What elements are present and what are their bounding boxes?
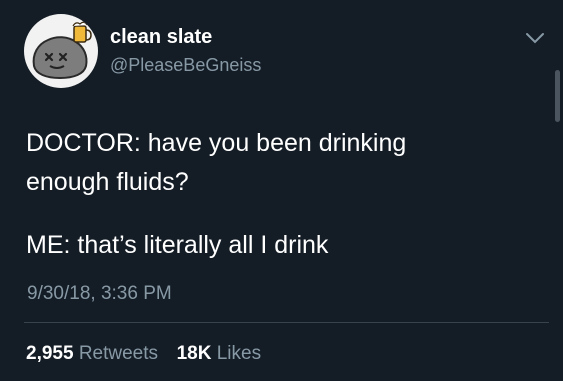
scrollbar[interactable] xyxy=(555,70,560,122)
likes-label: Likes xyxy=(216,343,262,364)
chevron-down-icon[interactable] xyxy=(524,30,546,46)
avatar[interactable] xyxy=(24,14,98,88)
tweet-text-line-1: DOCTOR: have you been drinking xyxy=(26,129,407,157)
likes-stat[interactable]: 18K Likes xyxy=(177,343,262,364)
divider xyxy=(24,322,549,323)
rock-avatar-icon xyxy=(32,21,92,80)
retweets-count: 2,955 xyxy=(26,343,74,364)
tweet-text-line-2: enough fluids? xyxy=(26,168,189,196)
timestamp[interactable]: 9/30/18, 3:36 PM xyxy=(27,283,172,305)
tweet-text-line-3: ME: that’s literally all I drink xyxy=(26,231,329,259)
retweets-stat[interactable]: 2,955 Retweets xyxy=(26,343,163,364)
tweet-stats: 2,955 Retweets 18K Likes xyxy=(26,343,261,365)
user-handle[interactable]: @PleaseBeGneiss xyxy=(110,55,261,76)
retweets-label: Retweets xyxy=(78,343,159,364)
display-name[interactable]: clean slate xyxy=(110,26,212,49)
likes-count: 18K xyxy=(176,343,212,364)
